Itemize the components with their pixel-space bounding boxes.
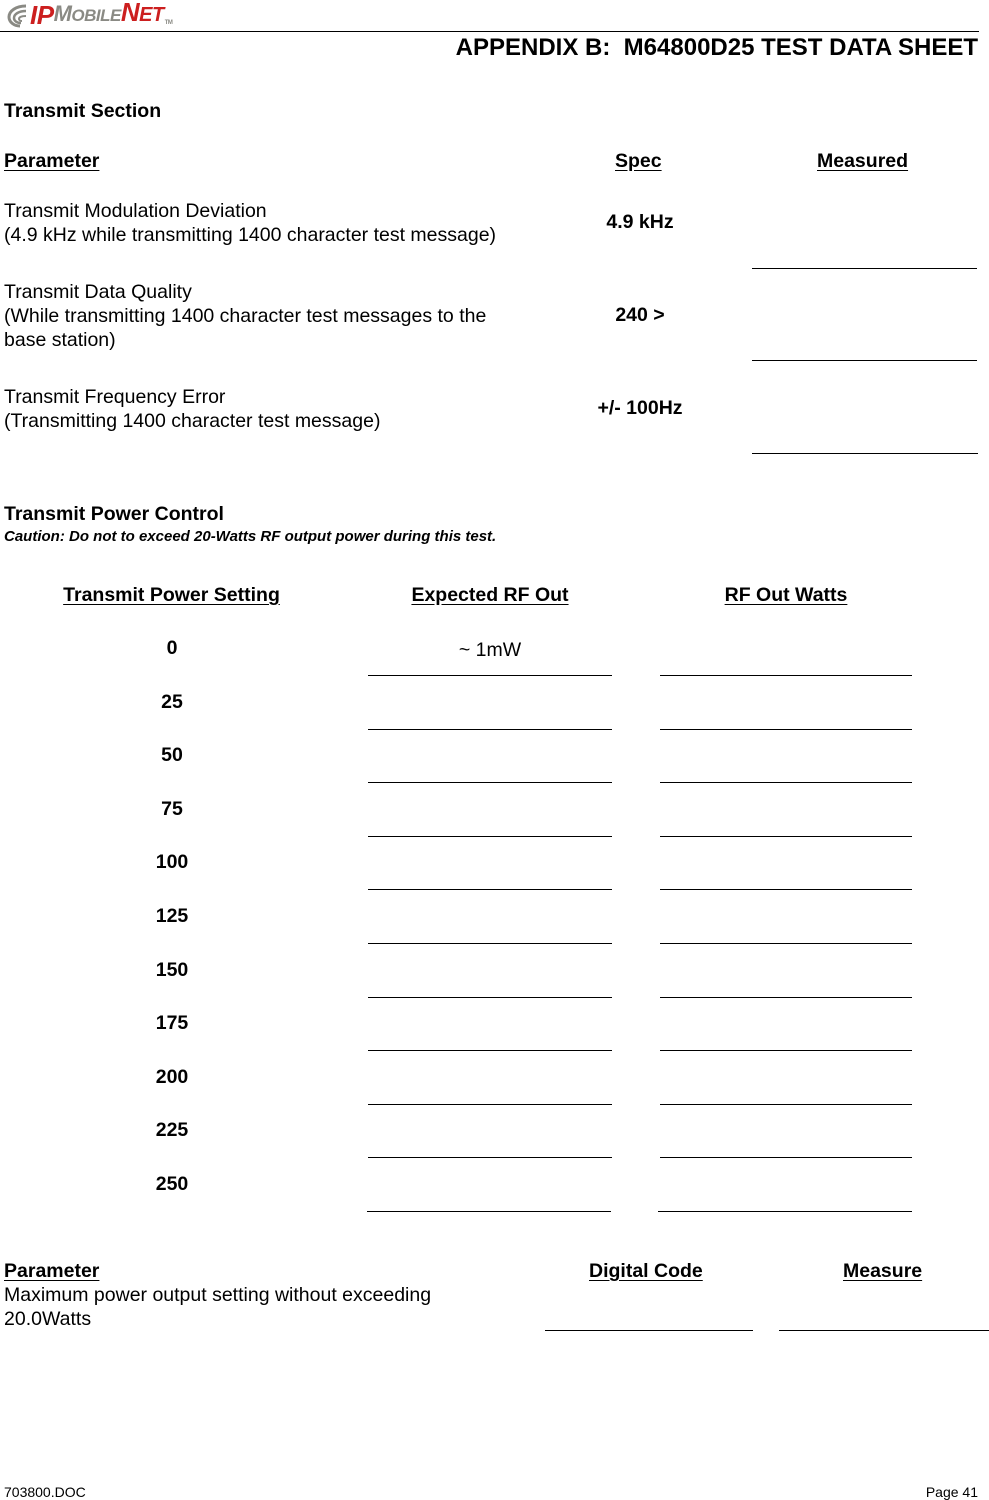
max-power-parameter: Maximum power output setting without exc… — [4, 1283, 431, 1331]
measured-field-data-quality[interactable] — [752, 360, 977, 361]
expected-rf-out-field[interactable] — [368, 728, 612, 730]
rf-out-watts-field[interactable] — [660, 889, 912, 891]
rf-out-watts-field[interactable] — [660, 1103, 912, 1105]
parameter-description: (While transmitting 1400 character test … — [4, 305, 487, 327]
power-setting-value: 100 — [155, 851, 189, 874]
expected-rf-out-field[interactable] — [368, 996, 612, 998]
digital-code-field[interactable] — [545, 1330, 753, 1331]
max-power-parameter-header: Parameter — [4, 1260, 100, 1282]
rf-out-watts-header: RF Out Watts — [724, 584, 848, 606]
expected-rf-out-field[interactable] — [368, 943, 612, 944]
rf-out-watts-field[interactable] — [660, 835, 912, 837]
logo-mobile-m: M — [53, 1, 72, 26]
rf-out-watts-field[interactable] — [658, 1211, 912, 1212]
max-power-limit: 20.0Watts — [4, 1308, 92, 1330]
expected-rf-out-field[interactable] — [368, 1050, 612, 1052]
power-setting-value: 150 — [155, 958, 189, 981]
expected-rf-out-field[interactable] — [368, 1157, 612, 1159]
measure-field[interactable] — [779, 1330, 989, 1331]
parameter-frequency-error: Transmit Frequency Error (Transmitting 1… — [4, 385, 380, 433]
parameter-name: Transmit Data Quality — [4, 281, 192, 303]
rf-out-watts-field[interactable] — [660, 782, 912, 784]
parameter-description: (4.9 kHz while transmitting 1400 charact… — [4, 224, 497, 246]
power-control-title: Transmit Power Control — [4, 503, 224, 525]
logo-ip: IP — [30, 0, 54, 30]
parameter-description-cont: base station) — [4, 329, 116, 351]
power-setting-value: 225 — [155, 1119, 189, 1142]
rf-out-watts-field[interactable] — [660, 1050, 912, 1052]
power-setting-value: 25 — [161, 690, 183, 713]
expected-rf-out-header: Expected RF Out — [411, 584, 569, 606]
expected-rf-out-value: ~ 1mW — [458, 639, 522, 661]
transmit-power-setting-header: Transmit Power Setting — [63, 584, 280, 606]
logo-mobile-rest: OBILE — [71, 6, 121, 25]
spec-value: +/- 100Hz — [597, 397, 683, 419]
logo-swirl-icon — [7, 4, 27, 28]
company-logo: IP MOBILE NET TM — [6, 0, 173, 30]
logo-net-n: N — [120, 0, 140, 27]
power-setting-value: 75 — [161, 797, 183, 820]
spec-header: Spec — [615, 150, 662, 172]
expected-rf-out-field[interactable] — [367, 1211, 611, 1212]
expected-rf-out-field[interactable] — [368, 1103, 612, 1105]
parameter-modulation-deviation: Transmit Modulation Deviation (4.9 kHz w… — [4, 199, 496, 247]
caution-note: Caution: Do not to exceed 20-Watts RF ou… — [4, 528, 497, 545]
parameter-header: Parameter — [4, 150, 100, 172]
power-setting-value: 0 — [166, 637, 178, 659]
logo-net-rest: ET — [139, 4, 164, 26]
parameter-name: Transmit Modulation Deviation — [4, 200, 267, 222]
measured-field-frequency-error[interactable] — [752, 453, 978, 454]
expected-rf-out-field[interactable] — [368, 835, 612, 837]
transmit-section-title: Transmit Section — [4, 100, 162, 122]
parameter-data-quality: Transmit Data Quality (While transmittin… — [4, 280, 486, 352]
measured-header: Measured — [817, 150, 909, 172]
rf-out-watts-field[interactable] — [660, 943, 912, 944]
spec-value: 4.9 kHz — [606, 211, 674, 233]
power-setting-value: 125 — [155, 905, 189, 927]
parameter-name: Transmit Frequency Error — [4, 386, 226, 408]
digital-code-header: Digital Code — [589, 1260, 703, 1282]
footer-doc-name: 703800.DOC — [4, 1484, 86, 1500]
power-setting-value: 50 — [161, 744, 183, 767]
expected-rf-out-field[interactable] — [368, 782, 612, 784]
spec-value: 240 > — [615, 304, 665, 326]
measure-header: Measure — [843, 1260, 923, 1282]
logo-net: NET — [121, 0, 164, 28]
max-power-description: Maximum power output setting without exc… — [4, 1284, 432, 1306]
power-setting-value: 200 — [155, 1065, 189, 1088]
parameter-description: (Transmitting 1400 character test messag… — [4, 410, 381, 432]
rf-out-watts-field[interactable] — [660, 1157, 912, 1159]
header-rule — [0, 31, 979, 32]
expected-rf-out-field[interactable] — [368, 675, 612, 676]
rf-out-watts-field[interactable] — [660, 996, 912, 998]
power-setting-value: 175 — [155, 1012, 189, 1035]
expected-rf-out-field[interactable] — [368, 889, 612, 891]
rf-out-watts-field[interactable] — [660, 675, 912, 676]
logo-tm: TM — [164, 20, 173, 26]
logo-mobile: MOBILE — [53, 1, 122, 28]
document-title: APPENDIX B: M64800D25 TEST DATA SHEET — [455, 34, 978, 61]
footer-page-number: Page 41 — [925, 1484, 978, 1500]
measured-field-modulation-deviation[interactable] — [752, 268, 977, 269]
power-setting-value: 250 — [155, 1173, 189, 1195]
rf-out-watts-field[interactable] — [660, 728, 912, 730]
